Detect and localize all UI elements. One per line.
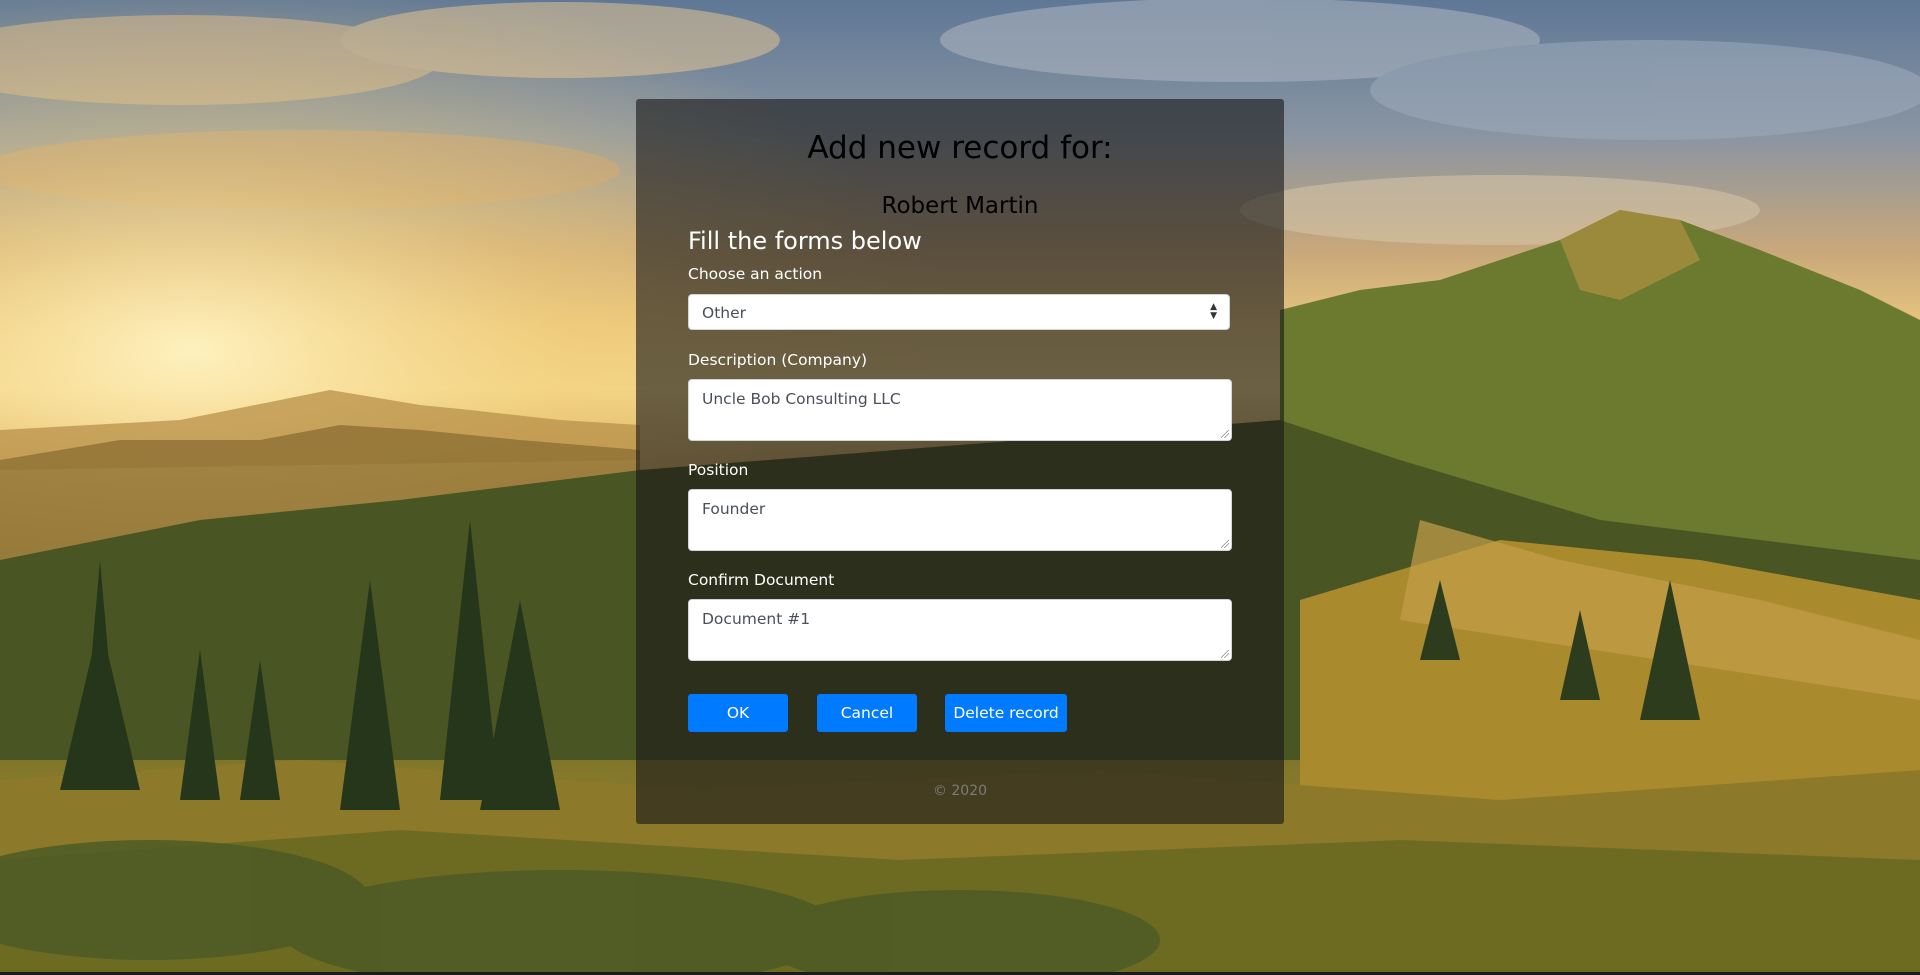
confirm-document-label: Confirm Document — [688, 571, 835, 589]
confirm-document-textarea[interactable]: Document #1 — [688, 599, 1232, 661]
action-label: Choose an action — [688, 265, 823, 283]
cancel-button[interactable]: Cancel — [817, 694, 917, 732]
action-select-value: Other — [702, 304, 747, 322]
person-name: Robert Martin — [881, 193, 1039, 219]
copyright-footer: © 2020 — [932, 783, 988, 799]
ok-button[interactable]: OK — [688, 694, 788, 732]
position-textarea[interactable]: Founder — [688, 489, 1232, 551]
section-title: Fill the forms below — [688, 227, 922, 255]
action-select[interactable]: Other ▲ ▼ — [688, 294, 1230, 330]
title-block: Add new record for: — [0, 133, 1920, 164]
position-value: Founder — [702, 500, 766, 518]
resize-grip-icon[interactable] — [1221, 650, 1229, 658]
sort-icon: ▲ ▼ — [1210, 302, 1217, 321]
delete-record-button[interactable]: Delete record — [945, 694, 1067, 732]
resize-grip-icon[interactable] — [1221, 430, 1229, 438]
page-title: Add new record for: — [807, 130, 1113, 166]
description-value: Uncle Bob Consulting LLC — [702, 390, 901, 408]
description-textarea[interactable]: Uncle Bob Consulting LLC — [688, 379, 1232, 441]
confirm-document-value: Document #1 — [702, 610, 811, 628]
description-label: Description (Company) — [688, 351, 868, 369]
position-label: Position — [688, 461, 749, 479]
resize-grip-icon[interactable] — [1221, 540, 1229, 548]
